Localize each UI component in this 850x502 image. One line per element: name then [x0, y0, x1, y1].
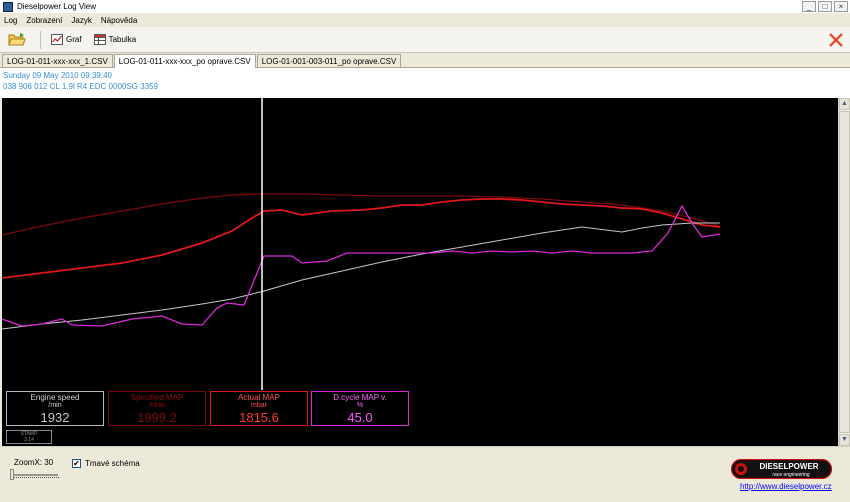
table-button[interactable]: Tabulka — [93, 34, 137, 45]
specified-map-unit: mbar — [149, 402, 165, 409]
stamp-value: 3.14 — [24, 437, 34, 443]
minimize-button[interactable]: _ — [802, 1, 816, 12]
log-date: Sunday 09 May 2010 09:39:40 — [3, 71, 112, 80]
menu-bar: Log Zobrazení Jazyk Nápověda — [0, 13, 850, 27]
actual-map-box: Actual MAP mbar 1815.6 — [210, 391, 308, 426]
ecu-info: 038 906 012 CL 1.9l R4 EDC 0000SG 3359 — [3, 82, 158, 91]
graph-label: Graf — [66, 35, 82, 44]
tab-log-2[interactable]: LOG-01-011-xxx-xxx_po oprave.CSV — [113, 54, 256, 68]
duty-cycle-unit: % — [356, 402, 364, 409]
open-folder-icon — [8, 33, 26, 46]
specified-map-line — [2, 193, 721, 236]
scroll-thumb[interactable] — [839, 111, 850, 433]
actual-map-unit: mbar — [251, 402, 267, 409]
table-label: Tabulka — [108, 35, 137, 44]
window-controls: _ □ × — [802, 1, 848, 12]
menu-language[interactable]: Jazyk — [71, 16, 91, 25]
actual-map-line — [2, 198, 721, 279]
scroll-up-icon[interactable]: ▲ — [839, 98, 850, 110]
specified-map-box: Specified MAP mbar 1999.2 — [108, 391, 206, 426]
zoom-slider[interactable] — [10, 469, 60, 481]
logo-main-text: DIESELPOWER — [759, 462, 818, 471]
dark-scheme-checkbox[interactable]: ✔ Tmavé schéma — [72, 459, 140, 468]
zoom-thumb[interactable] — [10, 469, 14, 480]
title-bar: Dieselpower Log View _ □ × — [0, 0, 850, 13]
duty-cycle-value: 45.0 — [347, 410, 373, 425]
specified-map-name: Specified MAP — [130, 393, 184, 402]
window-title: Dieselpower Log View — [17, 2, 97, 11]
website-link[interactable]: http://www.dieselpower.cz — [740, 482, 832, 491]
duty-cycle-line — [2, 204, 721, 327]
scroll-down-icon[interactable]: ▼ — [839, 434, 850, 446]
tab-log-1[interactable]: LOG-01-011-xxx-xxx_1.CSV — [2, 54, 113, 67]
zoom-track — [10, 474, 58, 476]
stamp-box: STAMP 3.14 — [6, 430, 52, 444]
duty-cycle-box: D.cycle MAP v. % 45.0 — [311, 391, 409, 426]
bottom-panel: ZoomX: 30 ✔ Tmavé schéma DIESELPOWER rac… — [0, 446, 850, 502]
menu-help[interactable]: Nápověda — [101, 16, 137, 25]
tab-log-3[interactable]: LOG-01-001-003-011_po oprave.CSV — [256, 54, 402, 67]
engine-speed-line — [2, 222, 720, 330]
maximize-button[interactable]: □ — [818, 1, 832, 12]
dark-scheme-label: Tmavé schéma — [85, 459, 140, 468]
engine-speed-name: Engine speed — [30, 393, 80, 402]
app-icon — [3, 1, 13, 12]
graph-button[interactable]: Graf — [51, 34, 82, 45]
toolbar-separator — [40, 30, 41, 49]
vertical-scrollbar[interactable]: ▲ ▼ — [838, 98, 850, 446]
zoom-ticks — [11, 477, 59, 480]
app-window: Dieselpower Log View _ □ × Log Zobrazení… — [0, 0, 850, 502]
engine-speed-box: Engine speed /min 1932 — [6, 391, 104, 426]
zoom-label: ZoomX: 30 — [14, 458, 54, 467]
open-folder-button[interactable] — [8, 32, 26, 48]
close-window-button[interactable]: × — [834, 1, 848, 12]
log-info: Sunday 09 May 2010 09:39:40 038 906 012 … — [0, 68, 850, 98]
dieselpower-logo: DIESELPOWER race engineering — [731, 459, 832, 479]
actual-map-name: Actual MAP — [238, 393, 280, 402]
menu-view[interactable]: Zobrazení — [26, 16, 62, 25]
engine-speed-value: 1932 — [40, 410, 70, 425]
duty-cycle-name: D.cycle MAP v. — [333, 393, 387, 402]
close-log-icon[interactable] — [828, 32, 844, 48]
checkbox-check-icon[interactable]: ✔ — [72, 459, 81, 468]
engine-speed-unit: /min — [48, 402, 62, 409]
toolbar: Graf Tabulka — [0, 27, 850, 53]
menu-log[interactable]: Log — [4, 16, 17, 25]
file-tabs: LOG-01-011-xxx-xxx_1.CSV LOG-01-011-xxx-… — [0, 54, 850, 68]
graph-icon — [51, 34, 63, 45]
specified-map-value: 1999.2 — [137, 410, 177, 425]
logo-sub-text: race engineering — [772, 472, 809, 478]
actual-map-value: 1815.6 — [239, 410, 279, 425]
table-icon — [93, 34, 106, 45]
